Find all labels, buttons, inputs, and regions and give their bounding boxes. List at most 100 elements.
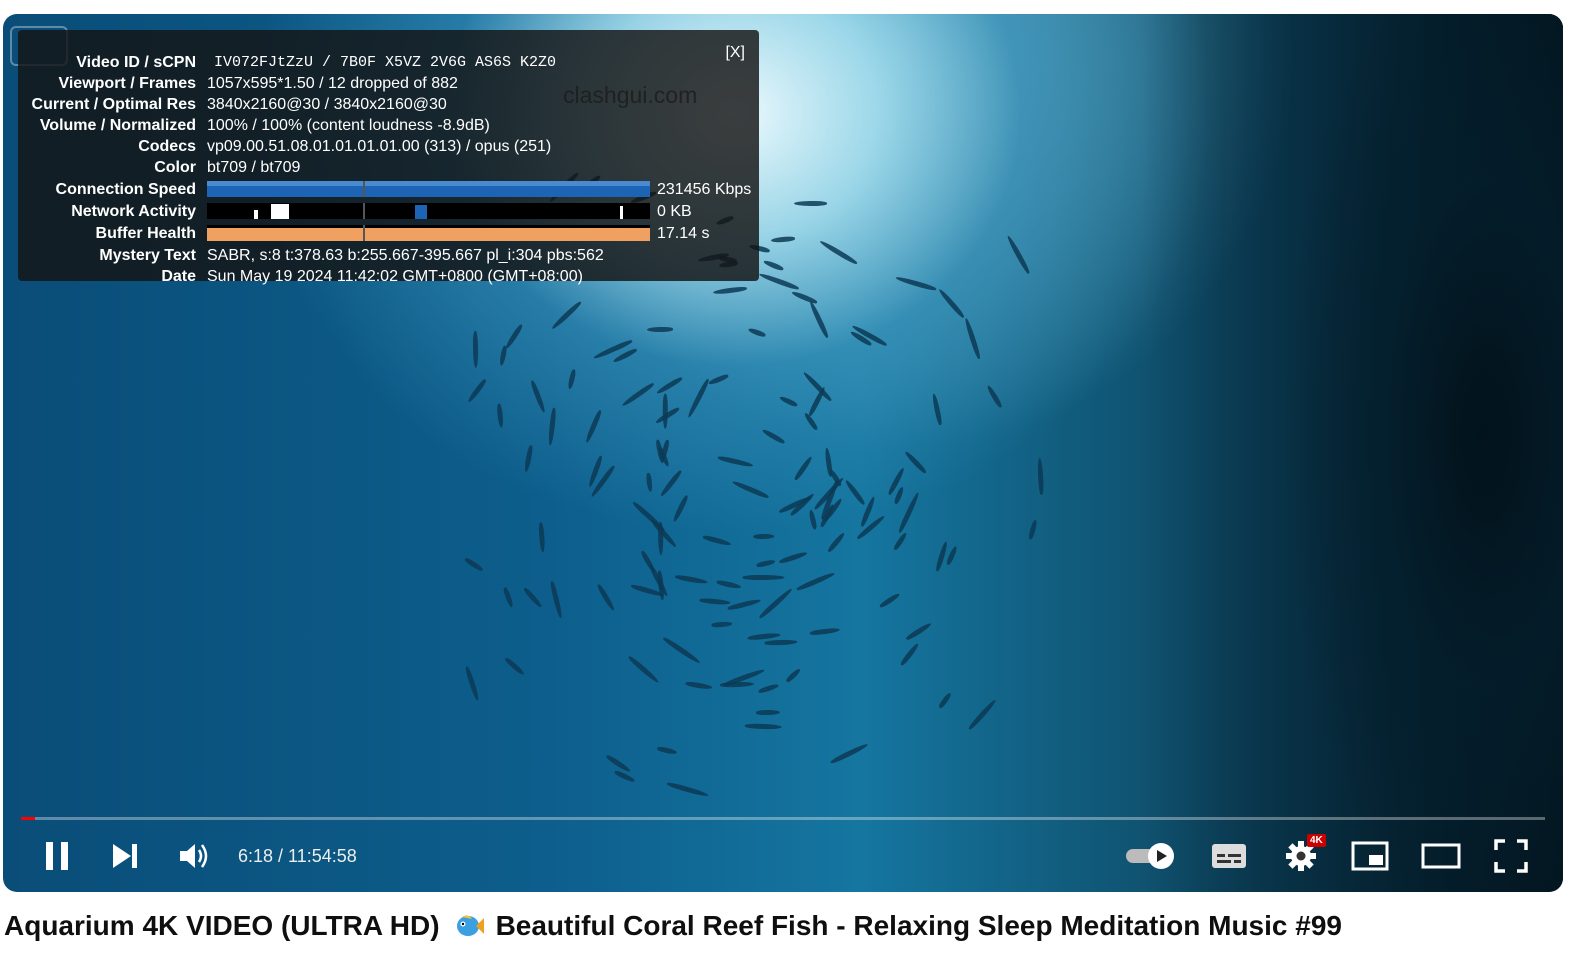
video-title-part1: Aquarium 4K VIDEO (ULTRA HD) xyxy=(4,910,440,941)
stats-label: Connection Speed xyxy=(55,181,196,198)
stats-row-connection-speed: Connection Speed 231456 Kbps xyxy=(18,179,759,200)
theater-mode-icon xyxy=(1421,843,1461,869)
fish xyxy=(504,656,526,676)
next-icon xyxy=(113,844,137,868)
fish xyxy=(701,534,732,547)
fish xyxy=(818,238,859,266)
stats-value: 3840x2160@30 / 3840x2160@30 xyxy=(207,96,447,113)
fish xyxy=(771,236,796,244)
stats-value: bt709 / bt709 xyxy=(207,159,301,176)
stats-label: Mystery Text xyxy=(99,247,196,264)
fish xyxy=(830,741,870,765)
stats-label: Current / Optimal Res xyxy=(31,96,196,113)
pause-button[interactable] xyxy=(37,830,77,882)
fish xyxy=(656,746,678,756)
stats-label: Video ID / sCPN xyxy=(76,54,196,71)
stats-value: 231456 Kbps xyxy=(657,181,752,198)
stats-row-video-id: Video ID / sCPN IV072FJtZzU / 7B0F X5VZ … xyxy=(18,52,759,73)
stats-value: 100% / 100% (content loudness -8.9dB) xyxy=(207,117,490,134)
fullscreen-icon xyxy=(1494,839,1528,873)
fish xyxy=(567,368,577,390)
fish xyxy=(707,373,729,387)
fish xyxy=(809,627,841,636)
fish xyxy=(779,550,809,564)
video-player[interactable]: [X] clashgui.com Video ID / sCPN IV072FJ… xyxy=(3,14,1563,892)
stats-label: Network Activity xyxy=(71,203,196,220)
quality-badge: 4K xyxy=(1307,834,1326,847)
buffer-health-graph xyxy=(207,225,650,241)
fish xyxy=(743,574,785,580)
stats-label: Viewport / Frames xyxy=(58,75,196,92)
fish xyxy=(903,449,928,475)
stats-row-resolution: Current / Optimal Res 3840x2160@30 / 384… xyxy=(18,94,759,115)
stats-row-mystery-text: Mystery Text SABR, s:8 t:378.63 b:255.66… xyxy=(18,245,759,266)
video-title-part2: Beautiful Coral Reef Fish - Relaxing Sle… xyxy=(495,910,1342,941)
stats-row-volume: Volume / Normalized 100% / 100% (content… xyxy=(18,115,759,136)
fish xyxy=(472,330,478,368)
fish xyxy=(793,201,827,207)
stats-row-buffer-health: Buffer Health 17.14 s xyxy=(18,223,759,244)
fish xyxy=(549,580,564,619)
fish xyxy=(792,455,814,482)
fish xyxy=(807,509,818,530)
fish xyxy=(662,394,668,429)
autoplay-toggle[interactable] xyxy=(1123,830,1179,882)
fish xyxy=(713,285,748,295)
fullscreen-button[interactable] xyxy=(1489,830,1533,882)
stats-label: Color xyxy=(154,159,196,176)
fish xyxy=(584,409,603,444)
fish xyxy=(963,317,982,360)
fish xyxy=(595,582,616,612)
progress-played xyxy=(21,817,35,820)
fish xyxy=(757,682,779,694)
fish xyxy=(686,378,710,419)
mute-button[interactable] xyxy=(175,830,215,882)
stats-label: Codecs xyxy=(138,138,196,155)
stats-row-date: Date Sun May 19 2024 11:42:02 GMT+0800 (… xyxy=(18,266,759,287)
fish xyxy=(464,665,481,702)
fish xyxy=(613,770,636,784)
time-display: 6:18 / 11:54:58 xyxy=(238,846,357,866)
fish xyxy=(758,271,800,292)
fish xyxy=(826,531,847,553)
fish xyxy=(986,384,1004,409)
stats-row-color: Color bt709 / bt709 xyxy=(18,157,759,178)
fish xyxy=(639,549,657,574)
stats-value: SABR, s:8 t:378.63 b:255.667-395.667 pl_… xyxy=(207,247,604,264)
fish xyxy=(1028,519,1039,540)
fish xyxy=(605,753,632,773)
fish xyxy=(758,587,794,621)
stats-label: Buffer Health xyxy=(95,225,196,242)
fish xyxy=(753,533,775,540)
fish xyxy=(626,654,660,685)
fish xyxy=(538,522,546,553)
fish xyxy=(698,598,731,606)
miniplayer-button[interactable] xyxy=(1348,830,1392,882)
stats-row-codecs: Codecs vp09.00.51.08.01.01.01.01.00 (313… xyxy=(18,136,759,157)
fish xyxy=(463,556,485,573)
next-button[interactable] xyxy=(105,830,145,882)
fish xyxy=(778,394,799,408)
fish xyxy=(504,322,524,350)
fish xyxy=(656,375,684,396)
fish xyxy=(502,586,515,608)
fish xyxy=(747,327,767,339)
video-title: Aquarium 4K VIDEO (ULTRA HD) Beautiful C… xyxy=(4,910,1342,942)
fish xyxy=(937,691,953,710)
fish xyxy=(808,299,830,339)
connection-speed-graph xyxy=(207,181,650,197)
progress-bar[interactable] xyxy=(21,817,1545,820)
network-activity-graph xyxy=(207,203,650,219)
subtitles-button[interactable] xyxy=(1207,830,1251,882)
fish xyxy=(967,698,998,731)
miniplayer-icon xyxy=(1351,841,1389,871)
fish xyxy=(646,327,673,333)
fish xyxy=(496,402,504,428)
theater-mode-button[interactable] xyxy=(1417,830,1465,882)
fish xyxy=(1005,235,1031,275)
subtitles-icon xyxy=(1212,844,1246,868)
stats-value: IV072FJtZzU / 7B0F X5VZ 2V6G AS6S K2Z0 xyxy=(214,54,557,71)
fish xyxy=(899,642,921,667)
fish xyxy=(717,455,754,469)
fish xyxy=(711,621,734,628)
